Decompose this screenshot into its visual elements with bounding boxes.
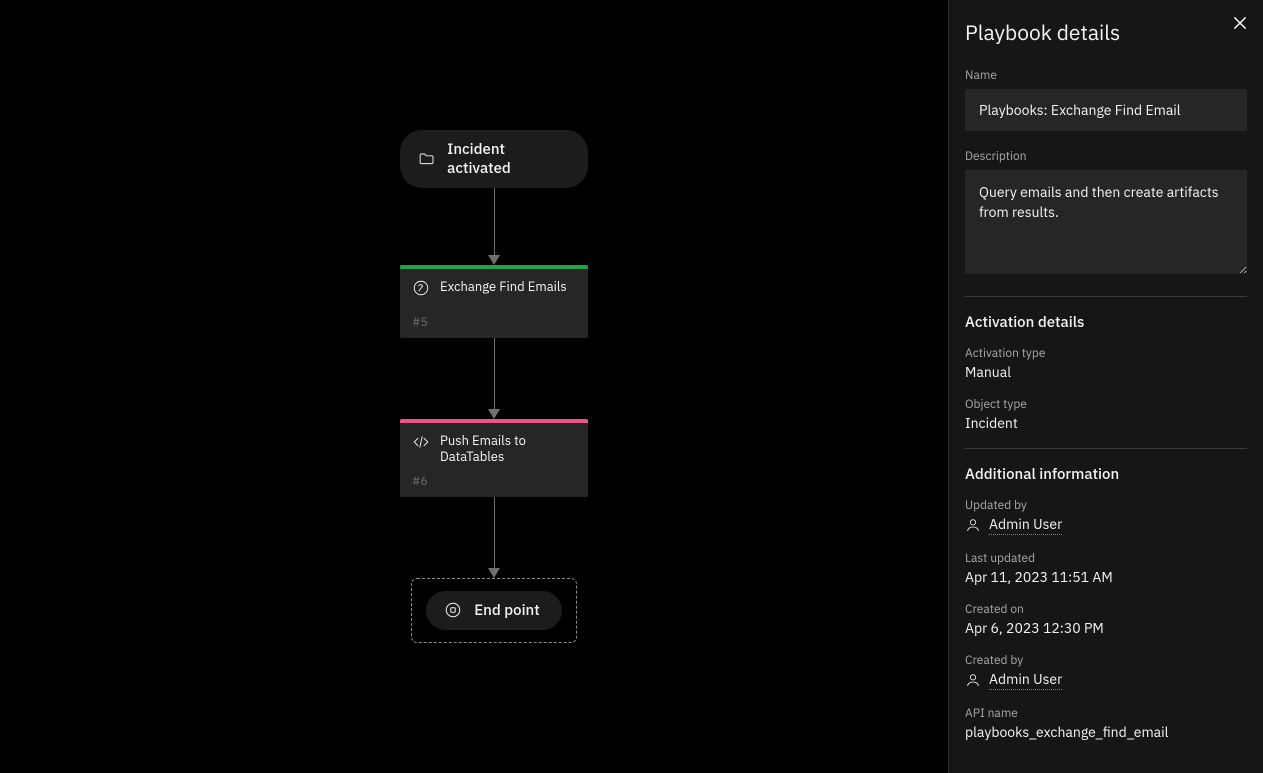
panel-title: Playbook details (965, 18, 1247, 46)
close-icon (1231, 14, 1249, 32)
created-by-user-link[interactable]: Admin User (989, 670, 1062, 690)
end-node-selection[interactable]: End point (411, 578, 576, 643)
node-title: Exchange Find Emails (440, 279, 567, 295)
node-ref: #5 (400, 313, 588, 338)
start-node-label: Incident activated (447, 140, 566, 178)
created-on-value: Apr 6, 2023 12:30 PM (965, 619, 1247, 637)
updated-by-user-link[interactable]: Admin User (989, 515, 1062, 535)
object-type-value: Incident (965, 414, 1247, 432)
api-name-label: API name (965, 706, 1247, 721)
playbook-canvas[interactable]: Incident activated Exchange Find Emails … (0, 0, 948, 773)
activation-heading: Activation details (965, 313, 1247, 332)
details-panel: Playbook details Name Description Activa… (948, 0, 1263, 773)
name-label: Name (965, 68, 1247, 83)
function-icon (412, 279, 430, 297)
connector (488, 338, 500, 419)
last-updated-value: Apr 11, 2023 11:51 AM (965, 568, 1247, 586)
user-icon (965, 517, 981, 533)
api-name-value: playbooks_exchange_find_email (965, 723, 1247, 741)
divider (965, 296, 1247, 297)
flow-node-exchange-find-emails[interactable]: Exchange Find Emails #5 (400, 265, 588, 338)
created-on-label: Created on (965, 602, 1247, 617)
code-icon (412, 433, 430, 451)
node-ref: #6 (400, 472, 588, 497)
description-label: Description (965, 149, 1247, 164)
start-node[interactable]: Incident activated (400, 130, 588, 188)
divider (965, 448, 1247, 449)
end-node-label: End point (474, 601, 539, 620)
node-title: Push Emails to DataTables (440, 433, 576, 466)
last-updated-label: Last updated (965, 551, 1247, 566)
additional-heading: Additional information (965, 465, 1247, 484)
connector (488, 497, 500, 578)
name-input[interactable] (965, 89, 1247, 131)
stop-icon (444, 601, 462, 619)
connector (488, 188, 500, 265)
object-type-label: Object type (965, 397, 1247, 412)
description-input[interactable] (965, 170, 1247, 274)
updated-by-label: Updated by (965, 498, 1247, 513)
end-node[interactable]: End point (426, 591, 561, 630)
folder-icon (418, 150, 435, 168)
activation-type-label: Activation type (965, 346, 1247, 361)
user-icon (965, 672, 981, 688)
flow-node-push-emails[interactable]: Push Emails to DataTables #6 (400, 419, 588, 497)
activation-type-value: Manual (965, 363, 1247, 381)
created-by-label: Created by (965, 653, 1247, 668)
close-button[interactable] (1231, 14, 1249, 32)
